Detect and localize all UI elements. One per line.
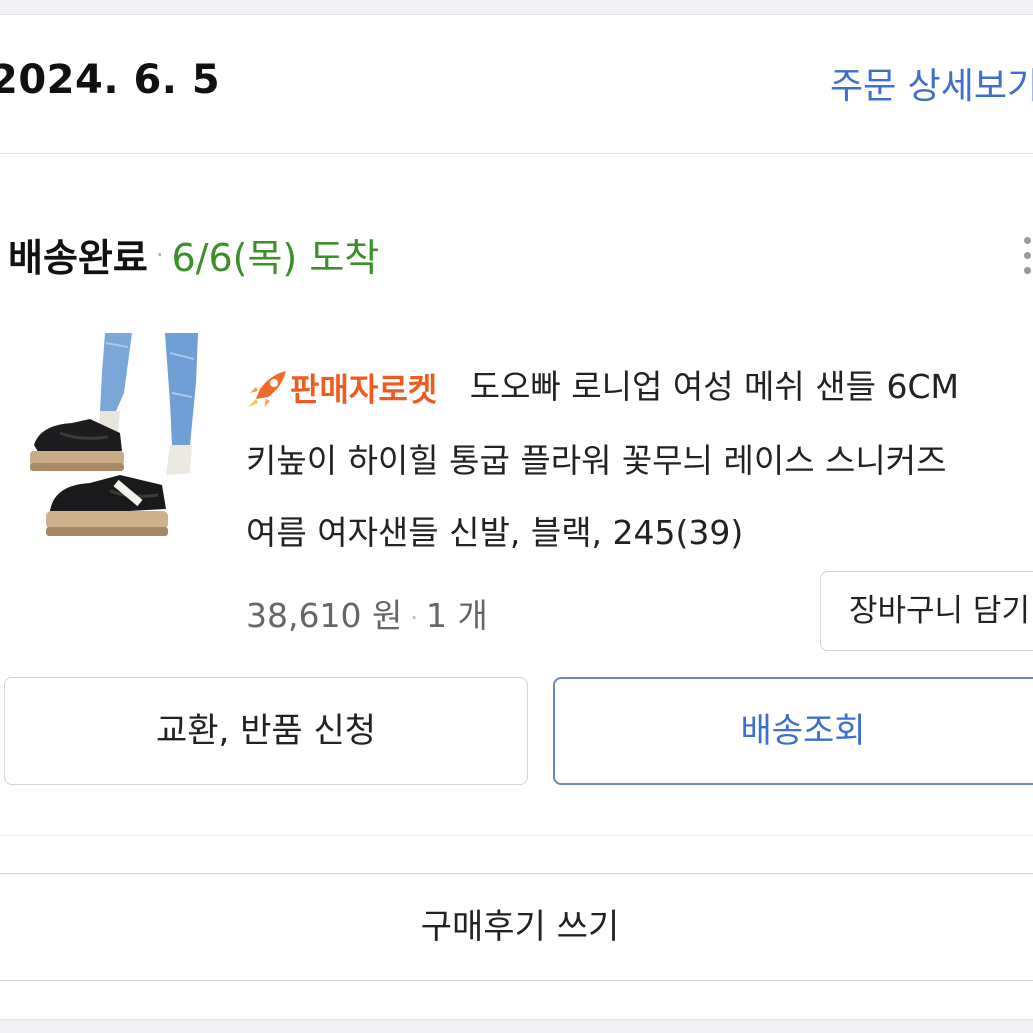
product-title-line-1: 판매자로켓 도오빠 로니업 여성 메쉬 샌들 6CM <box>246 351 1033 425</box>
seller-rocket-badge: 판매자로켓 <box>246 352 437 426</box>
arrival-date: 6/6(목) 도착 <box>171 236 380 280</box>
delivery-status: 배송완료 <box>8 236 148 280</box>
product-quantity: 1 개 <box>425 596 488 635</box>
add-to-cart-button[interactable]: 장바구니 담기 <box>820 571 1033 651</box>
divider <box>0 835 1033 836</box>
product-title-text-1: 도오빠 로니업 여성 메쉬 샌들 6CM <box>469 367 959 406</box>
badge-label: 판매자로켓 <box>290 370 438 409</box>
more-options-icon[interactable] <box>1024 237 1033 283</box>
write-review-button[interactable]: 구매후기 쓰기 <box>0 873 1033 981</box>
product-info[interactable]: 판매자로켓 도오빠 로니업 여성 메쉬 샌들 6CM 키높이 하이힐 통굽 플라… <box>246 351 1033 569</box>
product-price: 38,610 원 <box>246 596 403 635</box>
track-delivery-button[interactable]: 배송조회 <box>553 677 1033 785</box>
delivery-status-row: 배송완료 · 6/6(목) 도착 <box>8 227 379 287</box>
order-card: 2024. 6. 5 주문 상세보기 배송완료 · 6/6(목) 도착 판매자로… <box>0 14 1033 1020</box>
order-detail-link[interactable]: 주문 상세보기 <box>830 57 1033 109</box>
separator-dot: · <box>155 240 164 269</box>
separator-dot: · <box>410 603 418 632</box>
order-date: 2024. 6. 5 <box>0 57 221 103</box>
exchange-return-button[interactable]: 교환, 반품 신청 <box>4 677 528 785</box>
product-title-line-2: 키높이 하이힐 통굽 플라워 꽃무늬 레이스 스니커즈 <box>246 441 947 481</box>
price-row: 38,610 원 · 1 개 <box>246 589 488 637</box>
rocket-icon <box>248 371 286 408</box>
product-title-line-3: 여름 여자샌들 신발, 블랙, 245(39) <box>246 513 744 553</box>
order-header: 2024. 6. 5 주문 상세보기 <box>0 15 1033 154</box>
product-image[interactable] <box>20 333 210 548</box>
